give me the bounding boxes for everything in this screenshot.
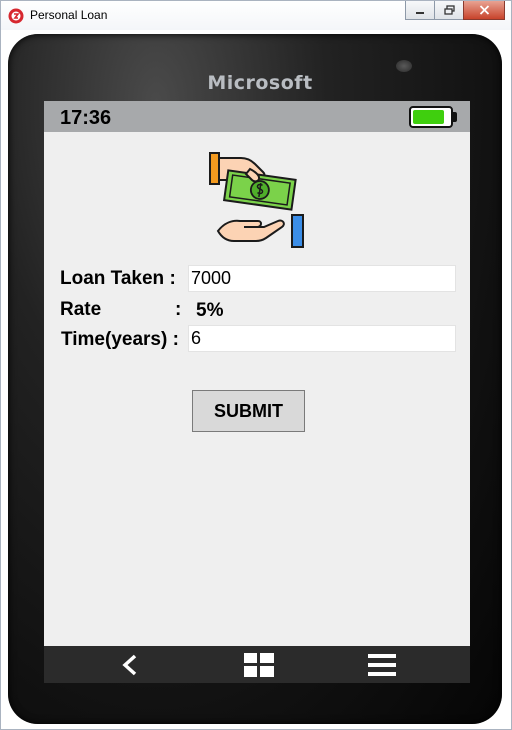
battery-level: [413, 110, 444, 124]
loan-taken-label: Loan Taken :: [60, 268, 176, 289]
time-input[interactable]: [188, 325, 456, 352]
nav-menu-button[interactable]: [362, 651, 402, 679]
status-bar: 17:36: [44, 101, 470, 132]
submit-button[interactable]: SUBMIT: [192, 390, 305, 432]
phone-nav-bar: [44, 646, 470, 683]
menu-icon: [368, 654, 396, 676]
phone-brand: Microsoft: [207, 72, 313, 94]
camera-icon: [396, 60, 412, 72]
close-button[interactable]: [463, 1, 505, 20]
rate-label: Rate: [60, 299, 102, 320]
nav-home-button[interactable]: [239, 651, 279, 679]
phone-screen: 17:36 Loan Taken : Rate : 5% Time(years)…: [44, 101, 470, 683]
restore-icon: [443, 5, 455, 15]
window-titlebar: Personal Loan: [0, 0, 512, 30]
windows-icon: [244, 653, 274, 677]
back-icon: [122, 654, 137, 676]
rate-value: 5%: [196, 300, 224, 321]
minimize-button[interactable]: [405, 1, 435, 20]
loan-money-icon: [209, 152, 304, 248]
battery-icon: [409, 106, 453, 128]
status-time: 17:36: [60, 107, 112, 129]
loan-taken-input[interactable]: [188, 265, 456, 292]
restore-button[interactable]: [434, 1, 464, 20]
rate-separator: :: [175, 299, 182, 320]
app-icon: [8, 8, 24, 24]
window-controls: [405, 1, 505, 20]
battery-tip: [453, 112, 457, 122]
minimize-icon: [416, 12, 424, 14]
nav-back-button[interactable]: [110, 651, 150, 679]
window-title: Personal Loan: [30, 8, 108, 22]
time-label: Time(years) :: [61, 329, 179, 350]
close-icon: [479, 5, 489, 15]
